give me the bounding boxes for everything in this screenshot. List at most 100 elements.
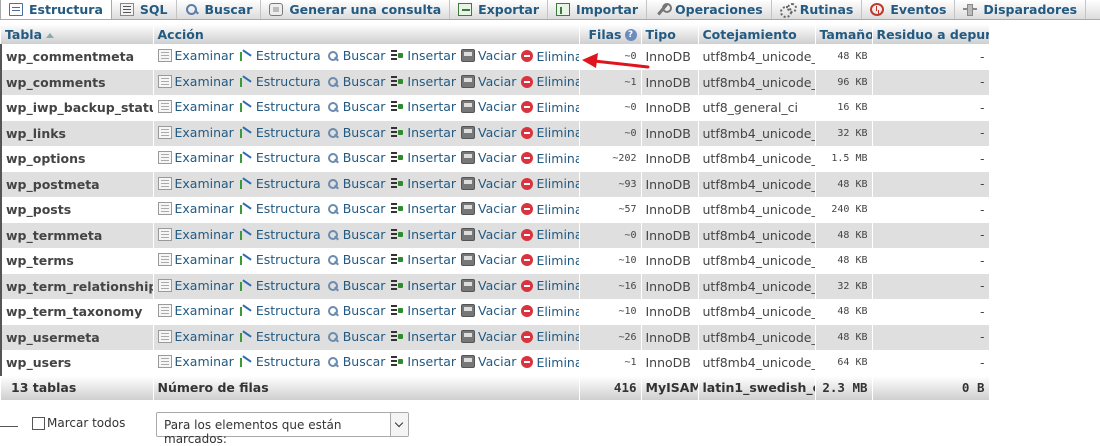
vaciar-action[interactable]: Vaciar	[461, 227, 516, 242]
table-name[interactable]: wp_terms	[6, 253, 74, 268]
table-size[interactable]: 48 KB	[815, 44, 873, 70]
eliminar-action[interactable]: Eliminar	[521, 125, 578, 140]
insertar-action[interactable]: Insertar	[390, 99, 456, 114]
table-size[interactable]: 48 KB	[815, 299, 873, 325]
insertar-action[interactable]: Insertar	[390, 227, 456, 242]
table-name-link[interactable]: wp_comments	[0, 69, 154, 95]
column-header-residuo[interactable]: Residuo a depurar	[872, 24, 990, 44]
table-name-link[interactable]: wp_users	[0, 350, 154, 376]
vaciar-action[interactable]: Vaciar	[461, 252, 516, 267]
table-name-link[interactable]: wp_links	[0, 120, 154, 146]
eliminar-action[interactable]: Eliminar	[521, 74, 578, 89]
insertar-action[interactable]: Insertar	[390, 48, 456, 63]
insertar-action[interactable]: Insertar	[390, 125, 456, 140]
insertar-action[interactable]: Insertar	[390, 150, 456, 165]
tab-eventos[interactable]: Eventos	[862, 0, 956, 19]
table-name[interactable]: wp_termmeta	[6, 228, 102, 243]
buscar-action[interactable]: Buscar	[326, 176, 385, 191]
insertar-action[interactable]: Insertar	[390, 201, 456, 216]
table-size[interactable]: 1.5 MB	[815, 146, 873, 172]
examinar-action[interactable]: Examinar	[157, 74, 234, 89]
eliminar-action[interactable]: Eliminar	[521, 253, 578, 268]
table-name-link[interactable]: wp_terms	[0, 248, 154, 274]
table-size[interactable]: 48 KB	[815, 222, 873, 248]
buscar-action[interactable]: Buscar	[326, 252, 385, 267]
table-name-link[interactable]: wp_commentmeta	[0, 44, 154, 70]
vaciar-action[interactable]: Vaciar	[461, 125, 516, 140]
estructura-action[interactable]: Estructura	[239, 48, 321, 63]
examinar-action[interactable]: Examinar	[157, 354, 234, 369]
help-icon[interactable]: ?	[624, 29, 637, 41]
vaciar-action[interactable]: Vaciar	[461, 201, 516, 216]
vaciar-action[interactable]: Vaciar	[461, 176, 516, 191]
chevron-down-icon[interactable]	[390, 413, 408, 436]
eliminar-action[interactable]: Eliminar	[521, 278, 578, 293]
column-header-tabla[interactable]: Tabla	[1, 24, 154, 44]
eliminar-action[interactable]: Eliminar	[521, 202, 578, 217]
vaciar-action[interactable]: Vaciar	[461, 48, 516, 63]
table-size[interactable]: 16 KB	[815, 95, 873, 121]
estructura-action[interactable]: Estructura	[239, 74, 321, 89]
bulk-action-select[interactable]: Para los elementos que están marcados:	[156, 412, 409, 446]
buscar-action[interactable]: Buscar	[326, 125, 385, 140]
buscar-action[interactable]: Buscar	[326, 303, 385, 318]
table-name[interactable]: wp_options	[6, 151, 85, 166]
buscar-action[interactable]: Buscar	[326, 329, 385, 344]
table-size[interactable]: 48 KB	[815, 248, 873, 274]
eliminar-action[interactable]: Eliminar	[521, 304, 578, 319]
examinar-action[interactable]: Examinar	[157, 176, 234, 191]
column-header-tipo[interactable]: Tipo	[641, 24, 699, 44]
eliminar-action[interactable]: Eliminar	[521, 227, 578, 242]
eliminar-action[interactable]: Eliminar	[521, 49, 578, 64]
table-name[interactable]: wp_links	[6, 126, 66, 141]
estructura-action[interactable]: Estructura	[239, 99, 321, 114]
column-header-filas[interactable]: Filas?	[579, 24, 642, 44]
table-name[interactable]: wp_term_taxonomy	[6, 304, 142, 319]
insertar-action[interactable]: Insertar	[390, 252, 456, 267]
tab-importar[interactable]: Importar	[548, 0, 647, 19]
eliminar-action[interactable]: Eliminar	[521, 329, 578, 344]
estructura-action[interactable]: Estructura	[239, 176, 321, 191]
estructura-action[interactable]: Estructura	[239, 329, 321, 344]
table-size[interactable]: 240 KB	[815, 197, 873, 223]
table-name[interactable]: wp_term_relationships	[6, 279, 152, 294]
examinar-action[interactable]: Examinar	[157, 252, 234, 267]
vaciar-action[interactable]: Vaciar	[461, 278, 516, 293]
estructura-action[interactable]: Estructura	[239, 150, 321, 165]
vaciar-action[interactable]: Vaciar	[461, 74, 516, 89]
estructura-action[interactable]: Estructura	[239, 303, 321, 318]
examinar-action[interactable]: Examinar	[157, 48, 234, 63]
tab-operaciones[interactable]: Operaciones	[647, 0, 772, 19]
examinar-action[interactable]: Examinar	[157, 227, 234, 242]
examinar-action[interactable]: Examinar	[157, 99, 234, 114]
table-name-link[interactable]: wp_posts	[0, 197, 154, 223]
insertar-action[interactable]: Insertar	[390, 329, 456, 344]
estructura-action[interactable]: Estructura	[239, 227, 321, 242]
tab-sql[interactable]: SQL	[112, 0, 177, 19]
vaciar-action[interactable]: Vaciar	[461, 150, 516, 165]
estructura-action[interactable]: Estructura	[239, 278, 321, 293]
table-name[interactable]: wp_postmeta	[6, 177, 100, 192]
estructura-action[interactable]: Estructura	[239, 125, 321, 140]
vaciar-action[interactable]: Vaciar	[461, 354, 516, 369]
vaciar-action[interactable]: Vaciar	[461, 99, 516, 114]
buscar-action[interactable]: Buscar	[326, 201, 385, 216]
eliminar-action[interactable]: Eliminar	[521, 100, 578, 115]
check-all-checkbox[interactable]	[32, 417, 45, 430]
eliminar-action[interactable]: Eliminar	[521, 151, 578, 166]
table-size[interactable]: 64 KB	[815, 350, 873, 376]
table-name[interactable]: wp_posts	[6, 202, 71, 217]
table-name[interactable]: wp_commentmeta	[6, 49, 134, 64]
vaciar-action[interactable]: Vaciar	[461, 303, 516, 318]
table-name-link[interactable]: wp_options	[0, 146, 154, 172]
tab-disparadores[interactable]: Disparadores	[955, 0, 1087, 19]
examinar-action[interactable]: Examinar	[157, 278, 234, 293]
buscar-action[interactable]: Buscar	[326, 74, 385, 89]
table-name[interactable]: wp_usermeta	[6, 330, 100, 345]
insertar-action[interactable]: Insertar	[390, 354, 456, 369]
estructura-action[interactable]: Estructura	[239, 201, 321, 216]
check-all-label[interactable]: Marcar todos	[47, 416, 125, 430]
vaciar-action[interactable]: Vaciar	[461, 329, 516, 344]
estructura-action[interactable]: Estructura	[239, 354, 321, 369]
table-name[interactable]: wp_users	[6, 355, 71, 370]
